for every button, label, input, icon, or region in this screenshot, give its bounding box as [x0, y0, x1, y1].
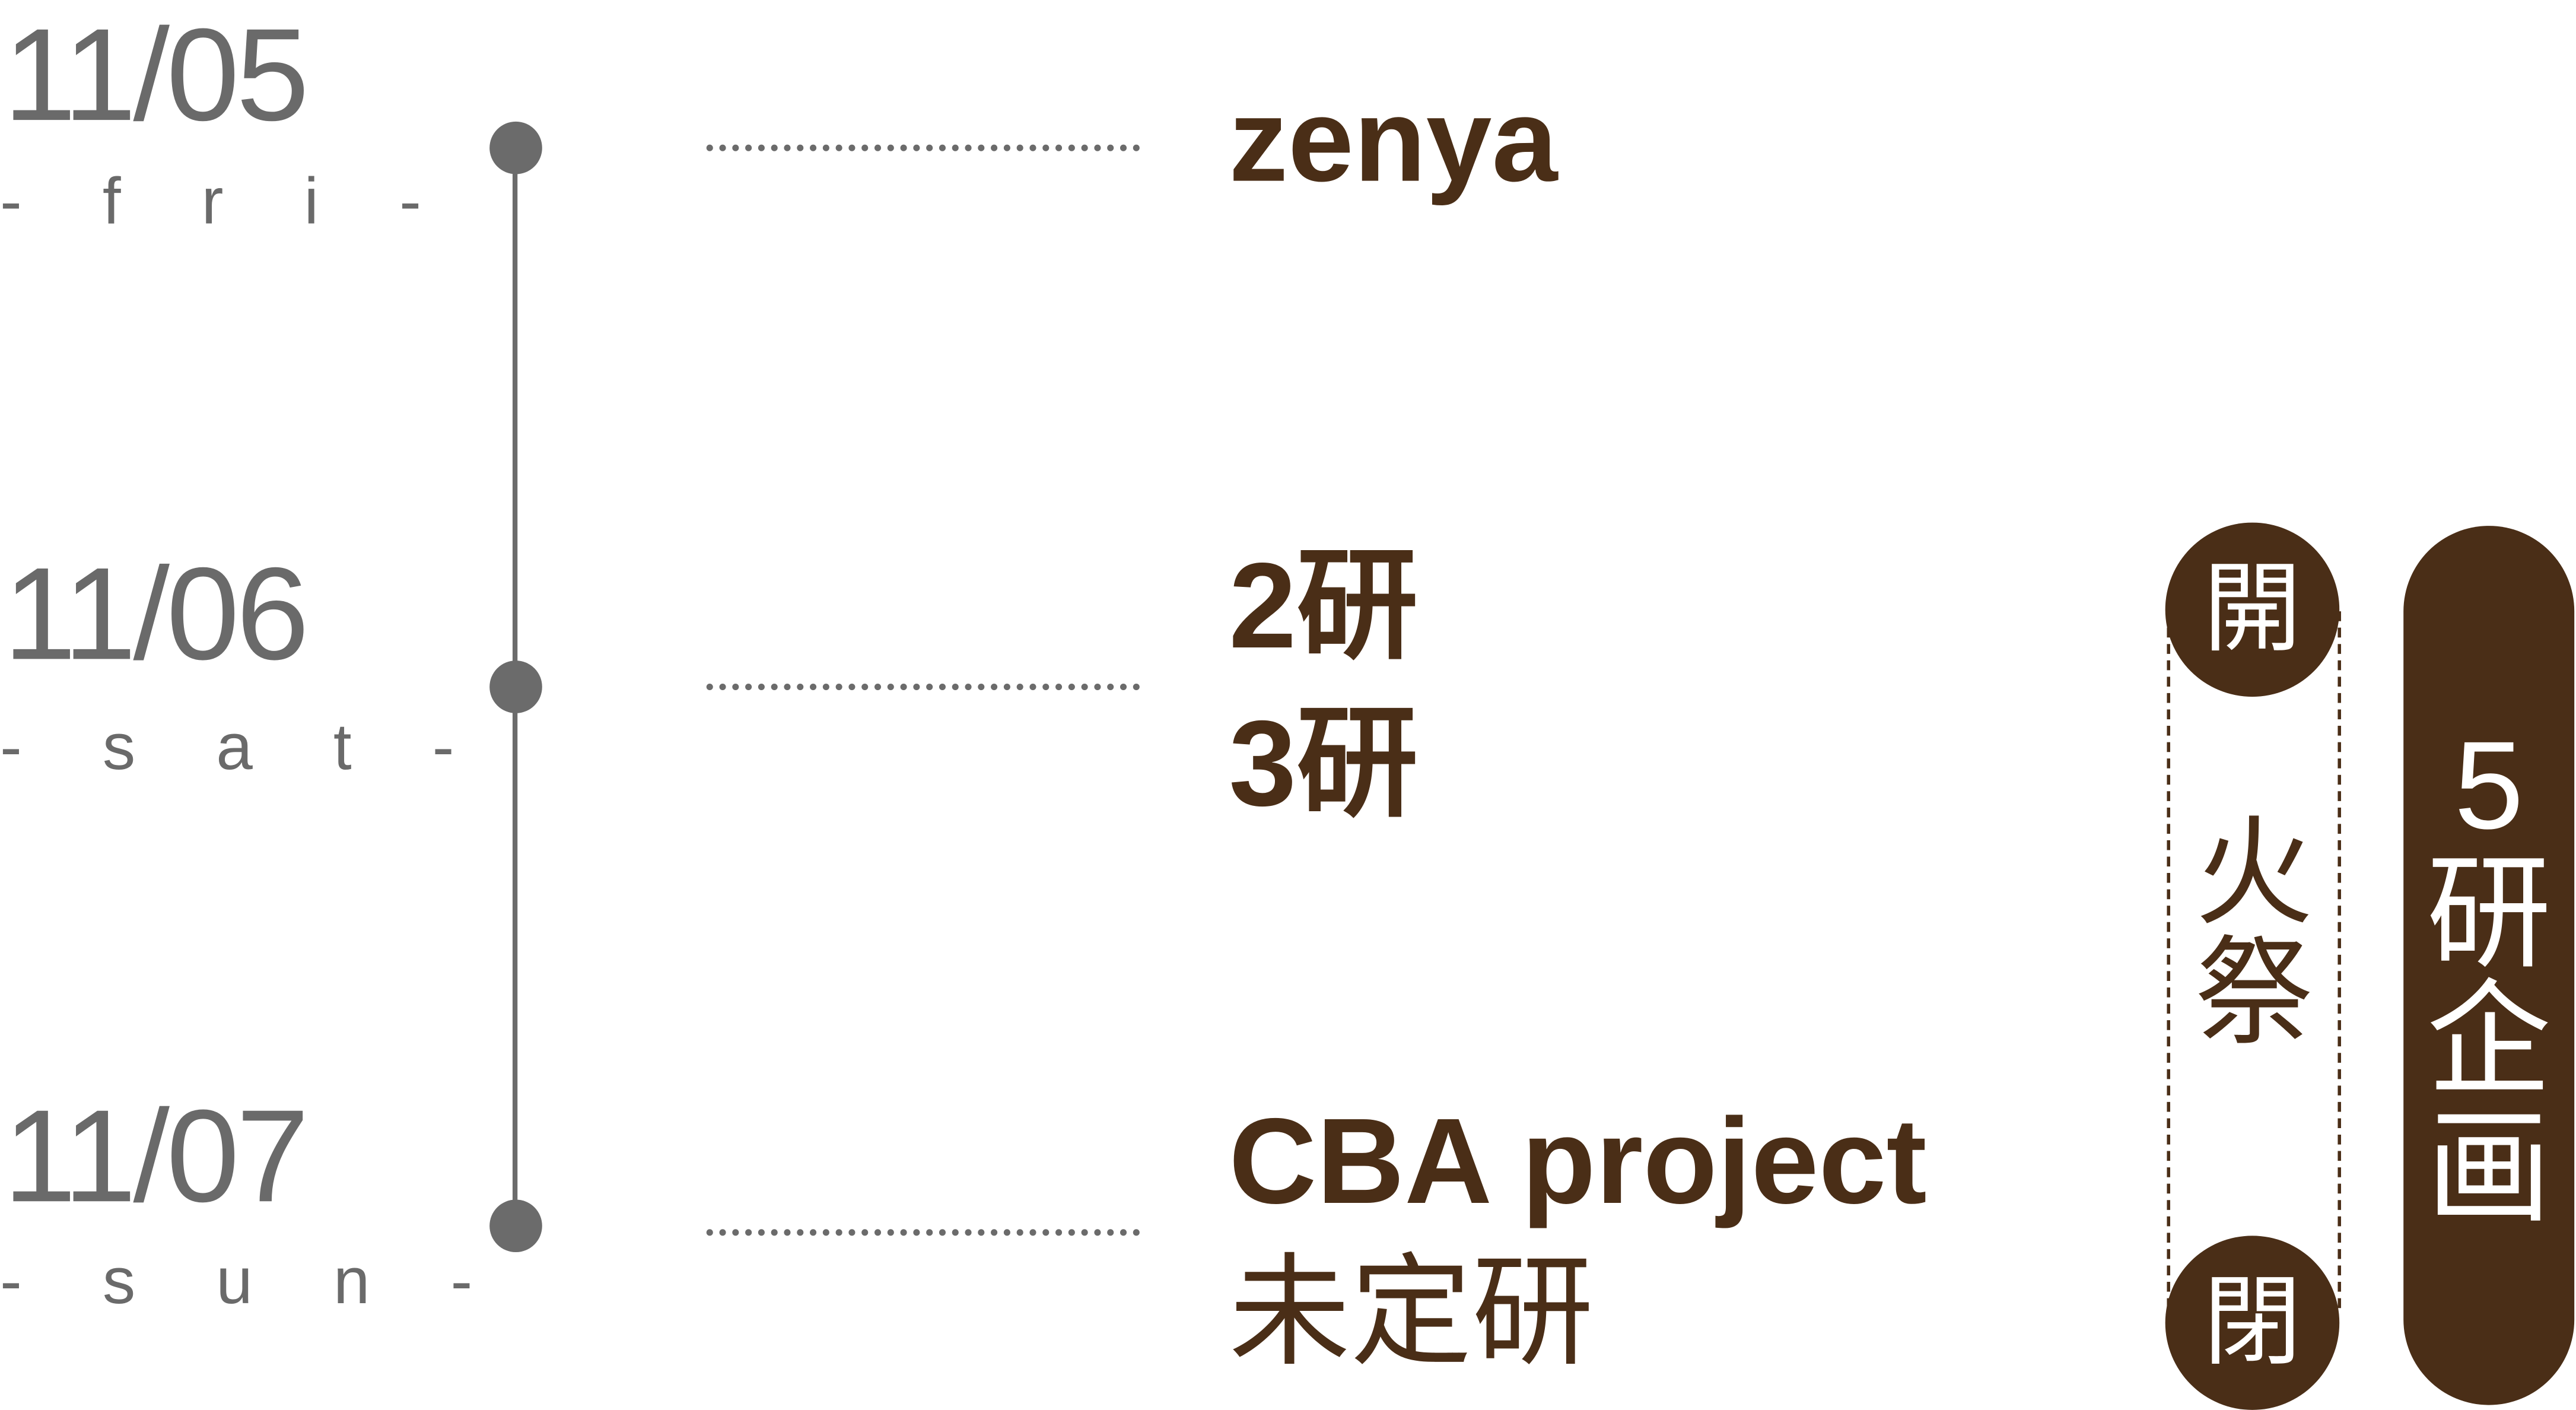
date-day3: 11/07	[3, 1082, 310, 1230]
fire-festival-label: 火 祭	[2172, 808, 2336, 1061]
event-undecided-lab: 未定研	[1229, 1244, 1594, 1381]
lab5-banner-label: 5 研 企 画	[2403, 723, 2574, 1233]
close-badge: 閉	[2165, 1236, 2340, 1410]
timeline-node-day2	[489, 660, 542, 713]
event-lab3: 3研	[1229, 695, 1419, 832]
event-zenya: zenya	[1229, 75, 1558, 207]
connector-day1	[706, 144, 1140, 151]
weekday-day1: - f r i -	[0, 166, 453, 239]
weekday-day3: - s u n -	[0, 1245, 504, 1318]
connector-day2	[706, 683, 1140, 691]
connector-day3	[706, 1229, 1140, 1236]
timeline-node-day1	[489, 121, 542, 174]
lab5-banner-char-2: 研	[2426, 843, 2552, 984]
fire-festival-char-2: 祭	[2195, 929, 2313, 1061]
weekday-day2: - s a t -	[0, 712, 486, 784]
lab5-banner-char-4: 画	[2426, 1098, 2552, 1238]
date-day2: 11/06	[3, 541, 310, 687]
event-cba-project: CBA project	[1229, 1093, 1927, 1230]
lab5-banner-char-1: 5	[2454, 716, 2524, 856]
open-badge: 開	[2165, 522, 2340, 697]
timeline-node-day3	[489, 1199, 542, 1253]
lab5-banner-char-3: 企	[2426, 971, 2552, 1111]
schedule-diagram: 11/05 - f r i - 11/06 - s a t - 11/07 - …	[0, 0, 2576, 1410]
fire-festival-char-1: 火	[2195, 808, 2313, 940]
date-day1: 11/05	[3, 1, 310, 148]
event-lab2: 2研	[1229, 537, 1419, 674]
